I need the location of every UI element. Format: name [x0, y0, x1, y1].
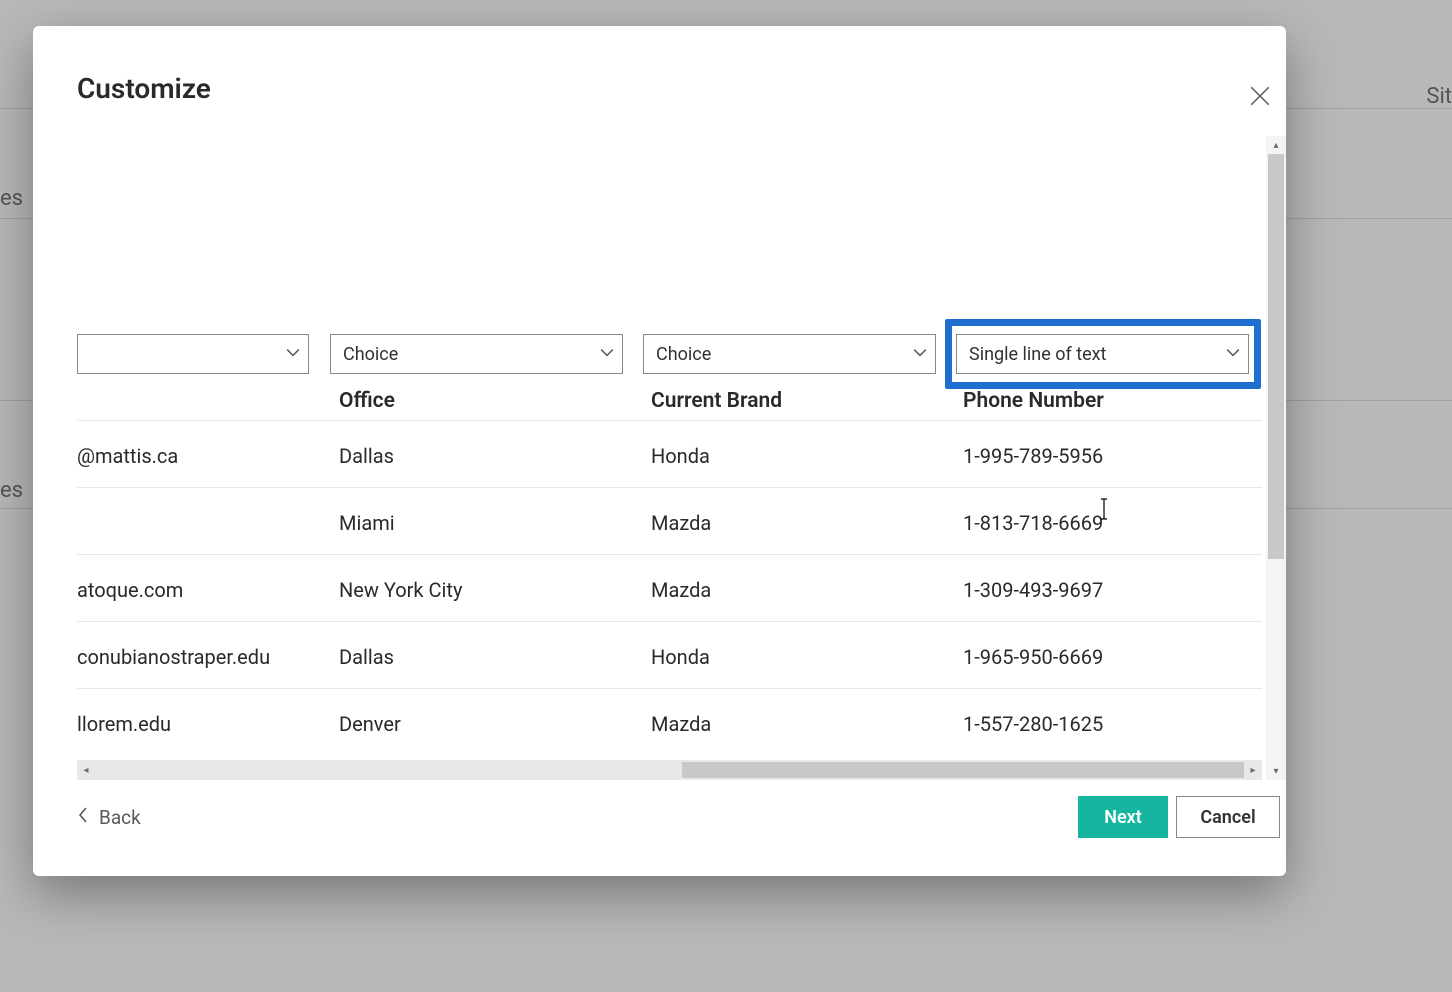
cell-phone: 1-965-950-6669 [963, 645, 1103, 669]
cell-phone: 1-557-280-1625 [963, 712, 1103, 736]
row-divider [77, 621, 1262, 622]
next-button[interactable]: Next [1078, 796, 1168, 838]
dialog-footer: Back Next Cancel [77, 796, 1280, 846]
scroll-left-arrow-icon[interactable]: ◂ [77, 760, 95, 780]
cell-brand: Mazda [651, 712, 711, 736]
chevron-left-icon [77, 806, 89, 829]
cell-office: New York City [339, 578, 462, 602]
row-divider [77, 554, 1262, 555]
cell-email-fragment: conubianostraper.edu [77, 645, 270, 669]
cell-phone: 1-995-789-5956 [963, 444, 1103, 468]
column-header-office[interactable]: Office [339, 389, 395, 413]
bg-text-es-2: es [0, 478, 23, 503]
next-label: Next [1104, 807, 1142, 828]
cell-brand: Mazda [651, 511, 711, 535]
cell-brand: Honda [651, 444, 710, 468]
cell-brand: Mazda [651, 578, 711, 602]
scroll-right-arrow-icon[interactable]: ▸ [1244, 760, 1262, 780]
column-type-dropdown-2[interactable]: Choice [643, 334, 936, 374]
close-icon [1250, 86, 1270, 110]
back-label: Back [99, 806, 141, 829]
scroll-thumb-vertical[interactable] [1268, 154, 1284, 559]
cell-email-fragment: atoque.com [77, 578, 183, 602]
row-divider [77, 688, 1262, 689]
column-header-phone-number[interactable]: Phone Number [963, 389, 1104, 413]
cell-phone: 1-813-718-6669 [963, 511, 1103, 535]
scroll-down-arrow-icon[interactable]: ▾ [1266, 762, 1286, 780]
cell-office: Dallas [339, 645, 394, 669]
dropdown-value: Single line of text [969, 344, 1106, 365]
chevron-down-icon [600, 344, 614, 365]
cell-phone: 1-309-493-9697 [963, 578, 1103, 602]
cell-email-fragment: @mattis.ca [77, 444, 178, 468]
back-button[interactable]: Back [77, 806, 141, 829]
chevron-down-icon [913, 344, 927, 365]
row-divider [77, 487, 1262, 488]
bg-text-es-1: es [0, 186, 23, 211]
dialog-title: Customize [77, 72, 211, 105]
scroll-thumb-horizontal[interactable] [682, 762, 1244, 778]
cell-brand: Honda [651, 645, 710, 669]
close-button[interactable] [1240, 78, 1280, 118]
cell-office: Miami [339, 511, 395, 535]
column-type-dropdown-0[interactable] [77, 334, 309, 374]
dropdown-value: Choice [343, 344, 398, 365]
cancel-button[interactable]: Cancel [1176, 796, 1280, 838]
chevron-down-icon [286, 344, 300, 365]
column-type-dropdown-3[interactable]: Single line of text [956, 334, 1249, 374]
dropdown-value: Choice [656, 344, 711, 365]
scroll-up-arrow-icon[interactable]: ▴ [1266, 136, 1286, 154]
cell-office: Denver [339, 712, 401, 736]
cell-email-fragment: llorem.edu [77, 712, 171, 736]
customize-dialog: Customize ▴ ▾ Choice Choice Single line … [33, 26, 1286, 876]
chevron-down-icon [1226, 344, 1240, 365]
row-divider [77, 420, 1262, 421]
cell-office: Dallas [339, 444, 394, 468]
horizontal-scrollbar[interactable]: ◂ ▸ [77, 760, 1262, 780]
bg-text-sit: Sit [1426, 84, 1452, 109]
column-header-current-brand[interactable]: Current Brand [651, 389, 782, 413]
column-type-dropdown-1[interactable]: Choice [330, 334, 623, 374]
vertical-scrollbar[interactable]: ▴ ▾ [1266, 136, 1286, 780]
cancel-label: Cancel [1200, 807, 1255, 828]
